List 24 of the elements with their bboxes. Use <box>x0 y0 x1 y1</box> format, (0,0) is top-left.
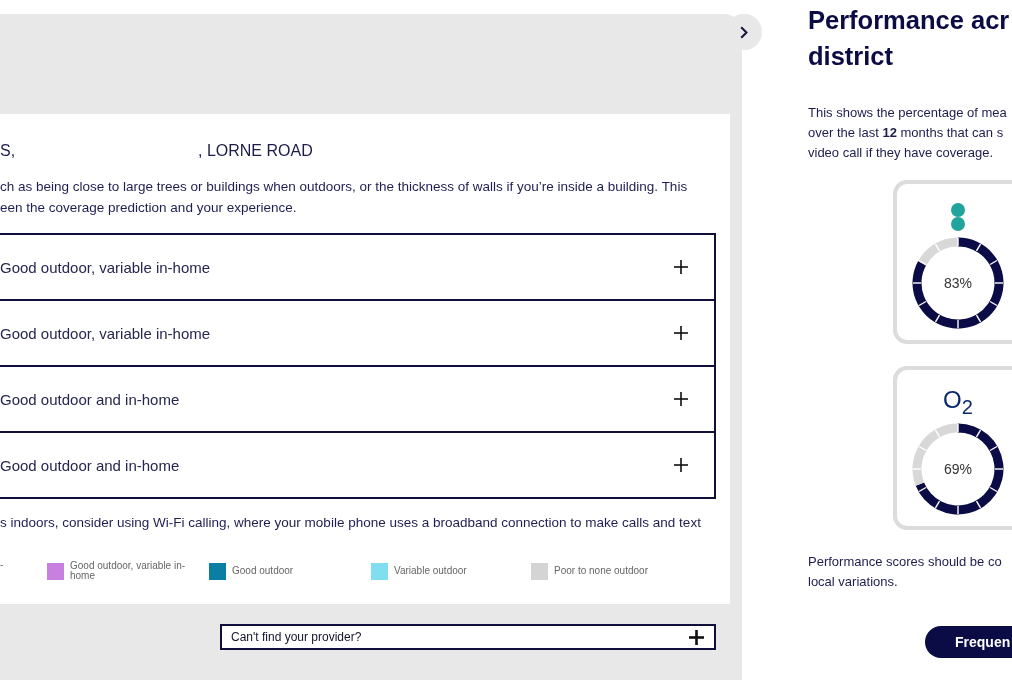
chevron-right-icon <box>740 25 748 39</box>
legend-label: Good outdoor, variable in-home <box>70 561 187 581</box>
plus-icon <box>674 260 688 274</box>
disclaimer-text: Performance scores should be co local variations. <box>808 553 1003 591</box>
stacked-circles-icon <box>951 203 965 231</box>
provider-logo: O$_{2}$ <box>943 385 973 420</box>
plus-icon <box>674 326 688 340</box>
faq-button[interactable]: Frequen <box>925 626 1012 658</box>
intro-paragraph: ch as being close to large trees or buildings when outdoors, or the thickness of walls if you’re inside a building. This een the coverage prediction and your experience. <box>0 178 689 217</box>
legend-label: Variable outdoor <box>394 566 467 576</box>
section-heading: Performance acr district <box>808 5 1011 72</box>
description-paragraph: This shows the percentage of mea over the last 12 months that can s video call if they have coverage. <box>808 104 1008 162</box>
percent-value: 83% <box>944 275 972 291</box>
plus-icon <box>674 458 688 472</box>
find-provider-button[interactable]: Can't find your provider? <box>220 624 716 650</box>
plus-icon <box>689 629 704 645</box>
wifi-calling-note: s indoors, consider using Wi-Fi calling, where your mobile phone uses a broadband connection to make calls and text <box>0 514 702 532</box>
percent-value: 69% <box>944 461 972 477</box>
legend-label: - <box>0 560 4 570</box>
legend-label: Poor to none outdoor <box>554 566 648 576</box>
legend-label: Good outdoor <box>232 566 294 576</box>
plus-icon <box>674 392 688 406</box>
address-text: S, <box>0 141 17 161</box>
address-text: , LORNE ROAD <box>198 141 314 161</box>
